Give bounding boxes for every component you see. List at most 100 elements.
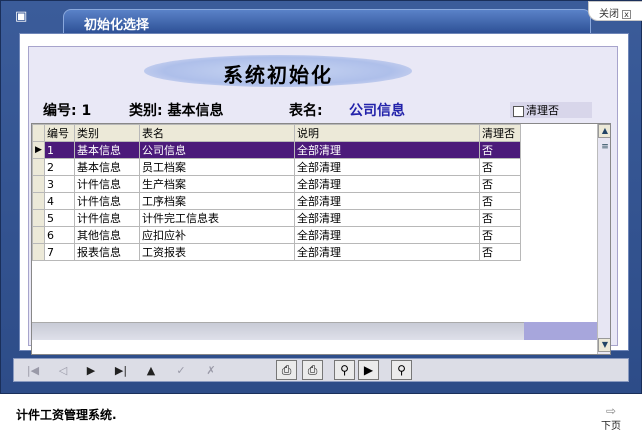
horizontal-scrollbar-end	[524, 322, 597, 340]
cell-description[interactable]: 全部清理	[294, 209, 480, 227]
next-page-label: 下页	[601, 421, 621, 432]
table-row[interactable]: ▶ 1 基本信息 公司信息 全部清理否	[32, 141, 521, 159]
data-grid[interactable]: 编号 类别 表名 说明 清理否 ▶ 1 基本信息 公司信息 全部清理否 2 基本信息 员工档案…	[31, 123, 611, 355]
print-export-icon[interactable]: ⎙	[302, 360, 323, 380]
close-label: 关闭	[599, 9, 619, 20]
cancel-x-icon[interactable]: ✗	[202, 362, 220, 379]
cell-category[interactable]: 计件信息	[74, 192, 140, 210]
table-row[interactable]: 6 其他信息 应扣应补 全部清理否	[32, 226, 521, 244]
row-indicator[interactable]	[32, 192, 45, 210]
close-icon: x	[622, 10, 631, 19]
cell-number[interactable]: 3	[44, 175, 75, 193]
table-name-label: 表名:	[289, 103, 323, 119]
table-row[interactable]: 2 基本信息 员工档案 全部清理否	[32, 158, 521, 176]
row-indicator[interactable]	[32, 158, 45, 176]
cell-table-name[interactable]: 员工档案	[139, 158, 295, 176]
preview-search-icon[interactable]: ⚲	[334, 360, 355, 380]
cell-table-name[interactable]: 应扣应补	[139, 226, 295, 244]
table-row[interactable]: 7 报表信息 工资报表 全部清理否	[32, 243, 521, 261]
cell-description[interactable]: 全部清理	[294, 226, 480, 244]
col-header-category[interactable]: 类别	[74, 124, 140, 142]
category-field: 类别: 基本信息	[129, 100, 223, 120]
table-row[interactable]: 4 计件信息 工序档案 全部清理否	[32, 192, 521, 210]
content-panel: 系统初始化 编号: 1 类别: 基本信息 表名: 公司信息 清理否 编号 类别 …	[19, 33, 629, 355]
cell-table-name[interactable]: 工序档案	[139, 192, 295, 210]
cell-clear[interactable]: 否	[479, 209, 521, 227]
row-indicator-header	[32, 124, 45, 142]
table-name-value: 公司信息	[349, 103, 405, 119]
row-indicator[interactable]	[32, 226, 45, 244]
horizontal-scrollbar[interactable]	[32, 322, 597, 340]
next-record-icon[interactable]: ▶	[82, 362, 100, 379]
table-row[interactable]: 5 计件信息 计件完工信息表 全部清理否	[32, 209, 521, 227]
play-icon[interactable]: ▶	[358, 360, 379, 380]
col-header-table-name[interactable]: 表名	[139, 124, 295, 142]
cell-description[interactable]: 全部清理	[294, 175, 480, 193]
prev-record-icon[interactable]: ◁	[54, 362, 72, 379]
clear-checkbox-wrap[interactable]: 清理否	[510, 102, 592, 118]
clear-checkbox[interactable]	[513, 105, 524, 117]
cell-description[interactable]: 全部清理	[294, 192, 480, 210]
cell-number[interactable]: 7	[44, 243, 75, 261]
banner-title: 系统初始化	[223, 63, 333, 87]
confirm-check-icon[interactable]: ✓	[172, 362, 190, 379]
cell-category[interactable]: 基本信息	[74, 141, 140, 159]
cell-number[interactable]: 2	[44, 158, 75, 176]
row-indicator[interactable]	[32, 175, 45, 193]
row-indicator[interactable]	[32, 243, 45, 261]
number-field: 编号: 1	[43, 100, 91, 120]
cell-category[interactable]: 基本信息	[74, 158, 140, 176]
cell-clear[interactable]: 否	[479, 243, 521, 261]
col-header-description[interactable]: 说明	[294, 124, 480, 142]
next-page-button[interactable]: ⇨ 下页	[598, 405, 624, 433]
cell-clear[interactable]: 否	[479, 141, 521, 159]
status-text: 计件工资管理系统.	[16, 408, 117, 422]
row-indicator[interactable]	[32, 209, 45, 227]
cell-table-name[interactable]: 生产档案	[139, 175, 295, 193]
scroll-thumb[interactable]: ≡	[599, 141, 610, 155]
last-record-icon[interactable]: ▶|	[112, 362, 130, 379]
cell-table-name[interactable]: 计件完工信息表	[139, 209, 295, 227]
post-up-icon[interactable]: ▲	[142, 362, 160, 379]
cell-description[interactable]: 全部清理	[294, 141, 480, 159]
header-row: 编号 类别 表名 说明 清理否	[32, 124, 521, 142]
cell-clear[interactable]: 否	[479, 175, 521, 193]
number-label: 编号:	[43, 103, 77, 119]
scroll-down-icon[interactable]: ▼	[598, 338, 610, 352]
cell-category[interactable]: 报表信息	[74, 243, 140, 261]
cell-number[interactable]: 4	[44, 192, 75, 210]
clear-checkbox-label: 清理否	[526, 104, 559, 117]
category-label: 类别:	[129, 103, 163, 119]
col-header-clear[interactable]: 清理否	[479, 124, 521, 142]
navigator-toolbar: |◀ ◁ ▶ ▶| ▲ ✓ ✗ ⎙ ⎙ ⚲ ▶ ⚲	[13, 358, 629, 382]
init-panel: 系统初始化 编号: 1 类别: 基本信息 表名: 公司信息 清理否 编号 类别 …	[28, 46, 618, 355]
scroll-up-icon[interactable]: ▲	[598, 124, 610, 138]
cell-clear[interactable]: 否	[479, 158, 521, 176]
number-value: 1	[81, 103, 92, 119]
col-header-number[interactable]: 编号	[44, 124, 75, 142]
cell-description[interactable]: 全部清理	[294, 243, 480, 261]
cell-category[interactable]: 其他信息	[74, 226, 140, 244]
cell-number[interactable]: 5	[44, 209, 75, 227]
cell-category[interactable]: 计件信息	[74, 209, 140, 227]
print-icon[interactable]: ⎙	[276, 360, 297, 380]
cell-number[interactable]: 1	[44, 141, 75, 159]
vertical-scrollbar[interactable]: ▲ ≡ ▼	[597, 124, 610, 354]
zoom-icon[interactable]: ⚲	[391, 360, 412, 380]
cell-clear[interactable]: 否	[479, 226, 521, 244]
row-indicator[interactable]: ▶	[32, 141, 45, 159]
table-row[interactable]: 3 计件信息 生产档案 全部清理否	[32, 175, 521, 193]
cell-number[interactable]: 6	[44, 226, 75, 244]
cell-description[interactable]: 全部清理	[294, 158, 480, 176]
first-record-icon[interactable]: |◀	[24, 362, 42, 379]
cell-clear[interactable]: 否	[479, 192, 521, 210]
cell-category[interactable]: 计件信息	[74, 175, 140, 193]
banner: 系统初始化	[144, 55, 412, 87]
cell-table-name[interactable]: 公司信息	[139, 141, 295, 159]
close-button[interactable]: 关闭 x	[588, 1, 642, 21]
cell-table-name[interactable]: 工资报表	[139, 243, 295, 261]
grid-body: ▶ 1 基本信息 公司信息 全部清理否 2 基本信息 员工档案 全部清理否 3 计件信息 生产档案 全部…	[32, 141, 521, 261]
main-window: ▣ 初始化选择 关闭 x 系统初始化 编号: 1 类别: 基本信息 表名: 公司信	[0, 0, 642, 394]
app-icon: ▣	[15, 9, 28, 24]
title-tab: 初始化选择	[63, 9, 591, 33]
